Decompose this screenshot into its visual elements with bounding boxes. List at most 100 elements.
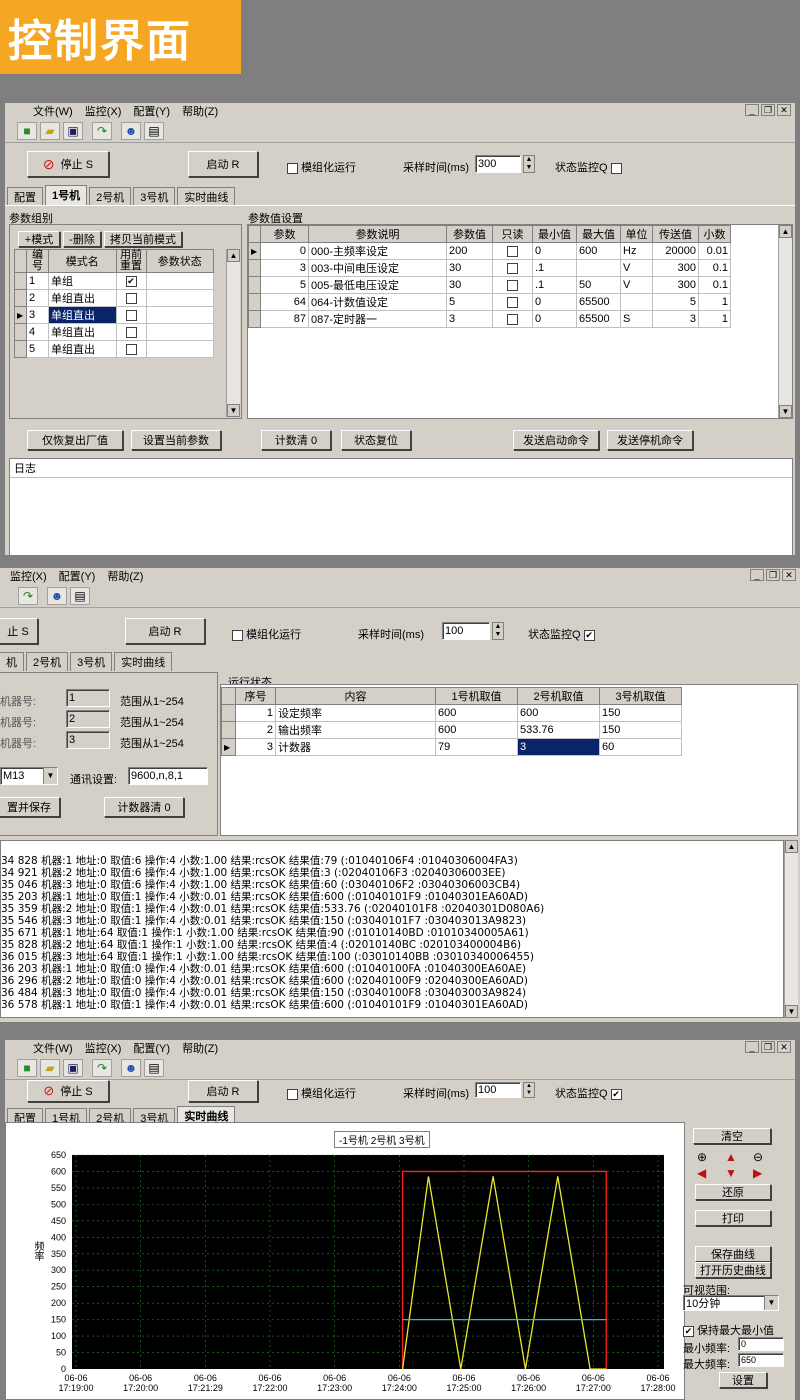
- table-row[interactable]: ▶ 3 单组直出: [14, 306, 214, 324]
- readonly-checkbox[interactable]: [507, 262, 518, 274]
- readonly-checkbox[interactable]: [507, 245, 518, 257]
- readonly-checkbox[interactable]: [507, 279, 518, 291]
- reset-checkbox[interactable]: [125, 292, 137, 304]
- sample-time-input[interactable]: 300: [475, 155, 521, 173]
- machine-id-3[interactable]: 3: [66, 731, 110, 749]
- users-icon[interactable]: ☻: [47, 586, 67, 605]
- table-row[interactable]: ▶ 3 计数器 79 3 60: [221, 738, 682, 756]
- start-button[interactable]: 启动 R: [188, 1080, 258, 1102]
- restore-button[interactable]: 还原: [695, 1184, 771, 1200]
- tab-config[interactable]: 配置: [7, 187, 43, 206]
- readonly-checkbox[interactable]: [507, 296, 518, 308]
- menu-file[interactable]: 文件(W): [33, 103, 73, 119]
- status-monitor-checkbox[interactable]: 状态监控Q: [555, 159, 622, 175]
- reset-checkbox[interactable]: [125, 343, 137, 355]
- tab-machine-2[interactable]: 2号机: [26, 652, 69, 671]
- start-button[interactable]: 启动 R: [188, 151, 258, 177]
- tab-machine-3[interactable]: 3号机: [70, 652, 113, 671]
- refresh-icon[interactable]: ↷: [92, 121, 112, 140]
- table-row[interactable]: ▶ 0 000-主频率设定 200 0 600 Hz 20000 0.01: [248, 242, 731, 260]
- visible-range-select[interactable]: 10分钟 ▼: [683, 1295, 779, 1311]
- stop-button[interactable]: ⊘ 停止 S: [27, 151, 109, 177]
- tab-machine-3[interactable]: 3号机: [133, 187, 176, 206]
- menu-config[interactable]: 配置(Y): [133, 103, 170, 119]
- table-row[interactable]: 3 003-中间电压设定 30.1 V 300 0.1: [248, 259, 731, 277]
- sample-time-spinner[interactable]: ▲ ▼: [492, 622, 504, 640]
- menu-config[interactable]: 配置(Y): [59, 568, 96, 584]
- copy-mode-button[interactable]: 拷贝当前模式: [104, 231, 182, 247]
- tab-machine-1[interactable]: 1号机: [45, 185, 88, 206]
- table-row[interactable]: 2 输出频率 600 533.76 150: [221, 721, 682, 739]
- comm-input[interactable]: 9600,n,8,1: [128, 767, 208, 785]
- menu-monitor[interactable]: 监控(X): [85, 103, 122, 119]
- clipboard-icon[interactable]: ▤: [70, 586, 90, 605]
- print-button[interactable]: 打印: [695, 1210, 771, 1226]
- clipboard-icon[interactable]: ▤: [144, 121, 164, 140]
- scroll-down-icon[interactable]: ▼: [227, 404, 240, 417]
- table-row[interactable]: 4 单组直出: [14, 323, 214, 341]
- counter-clear-button[interactable]: 计数清 0: [261, 430, 331, 450]
- save-disk-icon[interactable]: ▣: [63, 121, 83, 140]
- table-row[interactable]: 1 设定频率 600 600 150: [221, 704, 682, 722]
- mode-scrollbar[interactable]: ▲ ▼: [226, 249, 240, 417]
- chevron-down-icon[interactable]: ▼: [764, 1296, 778, 1310]
- table-row[interactable]: 2 单组直出: [14, 289, 214, 307]
- refresh-icon[interactable]: ↷: [92, 1058, 112, 1077]
- save-settings-button[interactable]: 置并保存: [0, 797, 60, 817]
- stop-button[interactable]: 止 S: [0, 618, 38, 644]
- table-row[interactable]: 5 005-最低电压设定 30.1 50 V 300 0.1: [248, 276, 731, 294]
- menu-help[interactable]: 帮助(Z): [182, 1040, 218, 1056]
- users-icon[interactable]: ☻: [121, 1058, 141, 1077]
- open-history-button[interactable]: 打开历史曲线: [695, 1262, 771, 1278]
- close-icon[interactable]: ✕: [777, 104, 791, 116]
- open-folder-icon[interactable]: ▰: [40, 121, 60, 140]
- clear-button[interactable]: 清空: [693, 1128, 771, 1144]
- tab-realtime-curve[interactable]: 实时曲线: [114, 652, 173, 671]
- arrow-left-icon[interactable]: ◀: [697, 1166, 706, 1180]
- menu-config[interactable]: 配置(Y): [133, 1040, 170, 1056]
- log-scrollbar[interactable]: ▲ ▼: [784, 840, 798, 1018]
- scroll-up-icon[interactable]: ▲: [785, 840, 798, 853]
- param-scrollbar[interactable]: ▲ ▼: [778, 225, 792, 418]
- table-row[interactable]: 1 单组 ✔: [14, 272, 214, 290]
- tab-machine-2[interactable]: 2号机: [89, 187, 132, 206]
- menu-monitor[interactable]: 监控(X): [85, 1040, 122, 1056]
- save-disk-icon[interactable]: ▣: [63, 1058, 83, 1077]
- sample-time-input[interactable]: 100: [442, 622, 490, 640]
- table-row[interactable]: 5 单组直出: [14, 340, 214, 358]
- status-monitor-checkbox[interactable]: 状态监控Q ✔: [528, 626, 595, 642]
- status-reset-button[interactable]: 状态复位: [341, 430, 411, 450]
- minimize-icon[interactable]: _: [750, 569, 764, 581]
- set-button[interactable]: 设置: [719, 1372, 767, 1388]
- reset-checkbox[interactable]: ✔: [125, 275, 137, 287]
- minimize-icon[interactable]: _: [745, 1041, 759, 1053]
- save-curve-button[interactable]: 保存曲线: [695, 1246, 771, 1262]
- close-icon[interactable]: ✕: [782, 569, 796, 581]
- zoom-out-icon[interactable]: ⊖: [753, 1150, 763, 1164]
- keep-minmax-checkbox[interactable]: ✔ 保持最大最小值: [683, 1322, 774, 1338]
- arrow-right-icon[interactable]: ▶: [753, 1166, 762, 1180]
- delete-mode-button[interactable]: -删除: [63, 231, 101, 247]
- menu-help[interactable]: 帮助(Z): [182, 103, 218, 119]
- arrow-up-icon[interactable]: ▲: [725, 1150, 737, 1164]
- new-file-icon[interactable]: ■: [17, 1058, 37, 1077]
- menu-file[interactable]: 文件(W): [33, 1040, 73, 1056]
- table-row[interactable]: 87 087-定时器一 3 0 65500 S 3 1: [248, 310, 731, 328]
- restore-icon[interactable]: ❐: [766, 569, 780, 581]
- max-freq-input[interactable]: 650: [738, 1353, 784, 1367]
- minimize-icon[interactable]: _: [745, 104, 759, 116]
- modular-run-checkbox[interactable]: 模组化运行: [287, 159, 356, 175]
- refresh-icon[interactable]: ↷: [18, 586, 38, 605]
- start-button[interactable]: 启动 R: [125, 618, 205, 644]
- reset-checkbox[interactable]: [125, 326, 137, 338]
- users-icon[interactable]: ☻: [121, 121, 141, 140]
- stop-button[interactable]: ⊘ 停止 S: [27, 1080, 109, 1102]
- clipboard-icon[interactable]: ▤: [144, 1058, 164, 1077]
- arrow-down-icon[interactable]: ▼: [725, 1166, 737, 1180]
- tab-machine-1[interactable]: 机: [0, 652, 24, 671]
- status-monitor-checkbox[interactable]: 状态监控Q ✔: [555, 1085, 622, 1101]
- scroll-down-icon[interactable]: ▼: [785, 1005, 798, 1018]
- machine-id-1[interactable]: 1: [66, 689, 110, 707]
- min-freq-input[interactable]: 0: [738, 1337, 784, 1351]
- modular-run-checkbox[interactable]: 模组化运行: [287, 1085, 356, 1101]
